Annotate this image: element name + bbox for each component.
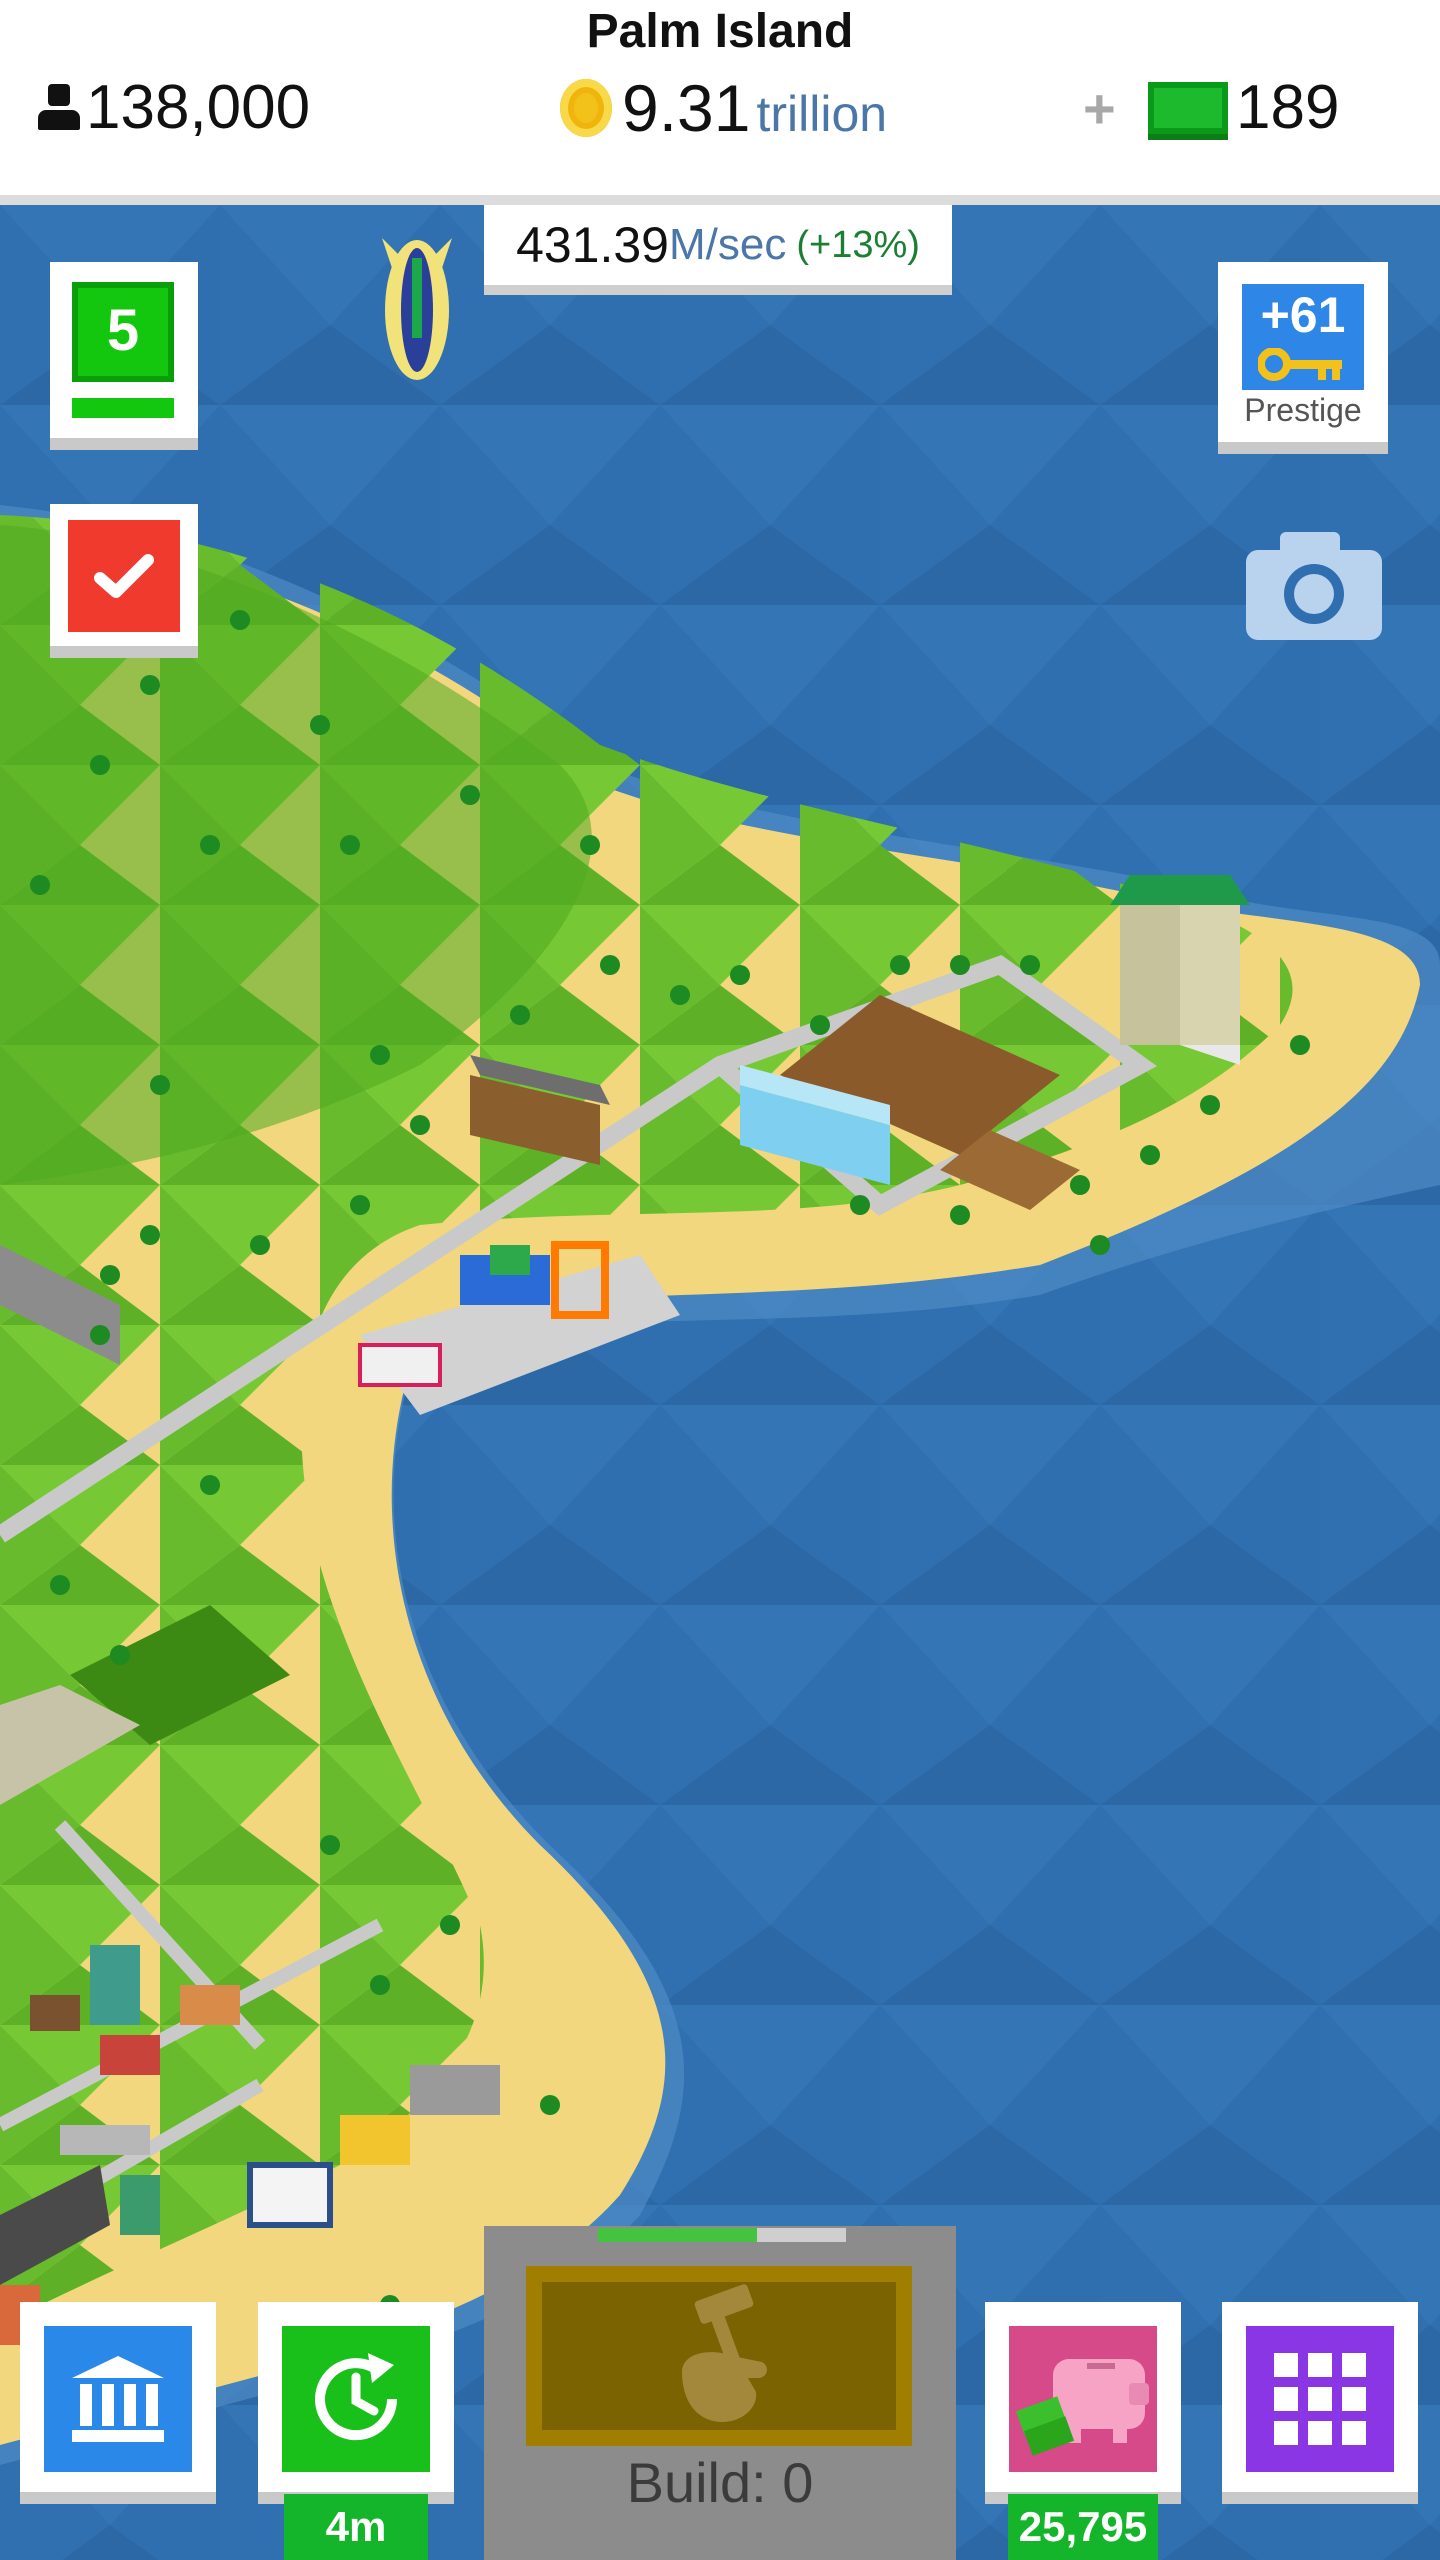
tasks-button[interactable] [50,504,198,658]
cash-counter[interactable]: 189 [1148,72,1339,143]
grid-menu-icon [1274,2353,1366,2445]
level-value: 5 [72,282,174,382]
check-icon [94,554,154,598]
person-icon [38,83,80,132]
level-button[interactable]: 5 [50,262,198,450]
prestige-label: Prestige [1244,392,1362,428]
income-amount: 431.39 [516,217,669,273]
camera-icon[interactable] [1246,528,1382,640]
island-map[interactable] [0,205,1440,2560]
income-rate: 431.39 M/sec (+13%) [484,205,952,295]
top-bar: Palm Island 138,000 9.31 trillion + 189 [0,0,1440,205]
island-title: Palm Island [586,5,854,58]
prestige-count: +61 [1260,287,1346,343]
build-progress-bar [598,2228,846,2242]
piggy-bank-value: 25,795 [1008,2494,1158,2560]
boost-button[interactable] [258,2302,454,2504]
prestige-button[interactable]: +61 Prestige [1218,262,1388,454]
build-button[interactable]: Build: 0 [484,2226,956,2560]
add-cash-button[interactable]: + [1083,76,1116,141]
coins-counter: 9.31 trillion [560,70,887,146]
bank-icon [72,2356,164,2442]
piggy-bank-button[interactable] [985,2302,1181,2504]
income-bonus: (+13%) [796,223,920,266]
cash-icon [1148,81,1228,134]
bank-button[interactable] [20,2302,216,2504]
coins-unit: trillion [756,86,888,142]
boost-timer: 4m [284,2494,428,2560]
clock-refresh-icon [315,2353,398,2441]
hammer-hand-icon [682,2284,767,2422]
coins-value: 9.31 [622,71,751,145]
cash-value: 189 [1236,73,1340,142]
income-unit: M/sec [669,220,787,269]
population-value: 138,000 [86,73,311,142]
level-progress-bar [72,398,174,418]
coin-icon [560,79,612,137]
piggy-bank-icon [1015,2359,1149,2456]
build-label: Build: 0 [626,2451,814,2514]
menu-button[interactable] [1222,2302,1418,2504]
key-icon [1258,348,1342,381]
population-counter: 138,000 [38,72,310,143]
blimp-icon[interactable] [372,218,462,384]
